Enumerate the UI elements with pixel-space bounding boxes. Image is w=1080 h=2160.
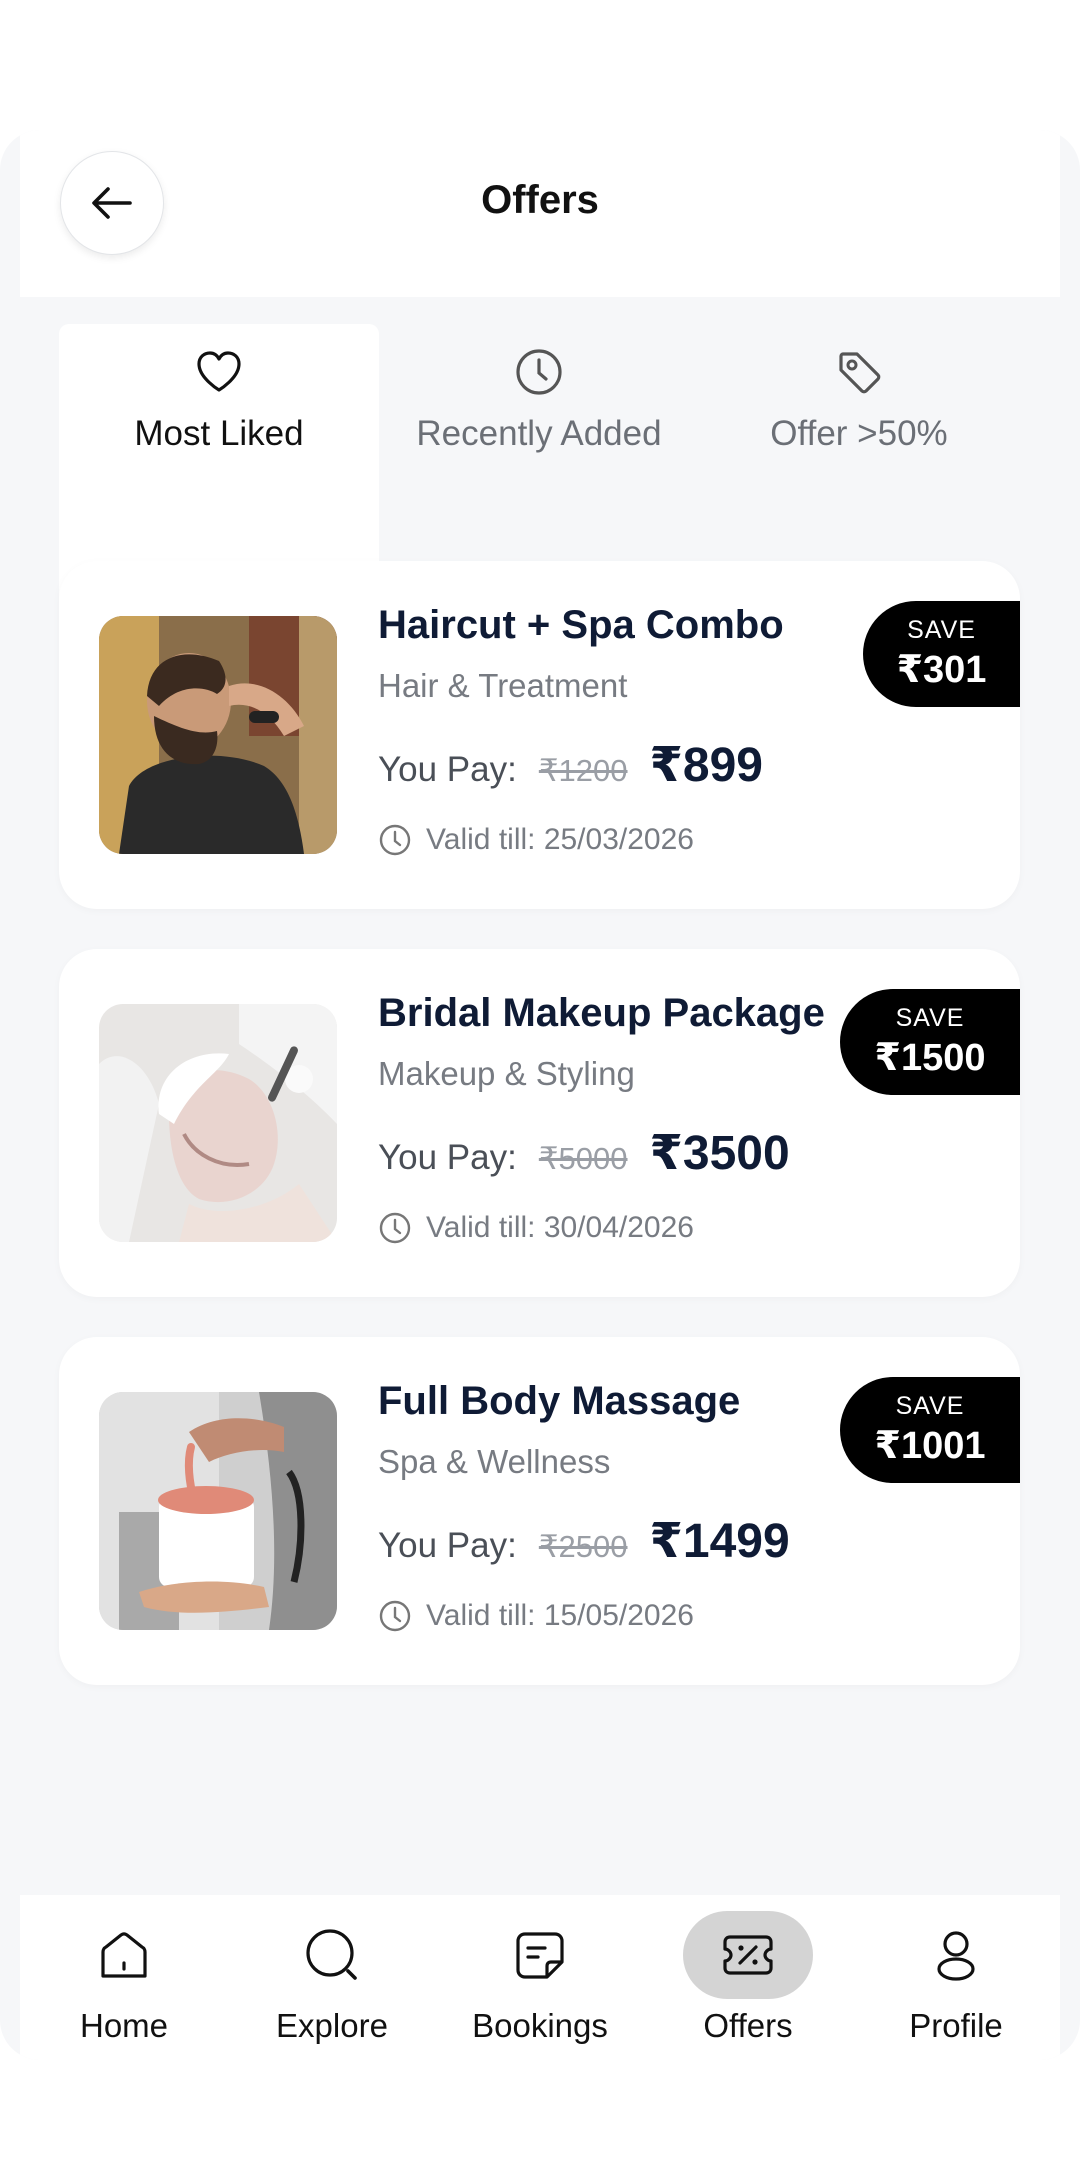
- save-label: SAVE: [895, 1004, 965, 1032]
- valid-text: Valid till: 30/04/2026: [426, 1211, 694, 1244]
- offer-card[interactable]: Bridal Makeup Package Makeup & Styling Y…: [59, 949, 1020, 1297]
- original-price: ₹2500: [538, 1529, 628, 1564]
- offer-image-makeup: [99, 1004, 337, 1242]
- original-price: ₹5000: [538, 1141, 628, 1176]
- nav-offers[interactable]: Offers: [644, 1895, 852, 2060]
- home-icon: [59, 1911, 189, 1999]
- bookings-icon: [475, 1911, 605, 1999]
- offer-title: Full Body Massage: [378, 1379, 741, 1423]
- offer-image-massage: [99, 1392, 337, 1630]
- offer-category: Hair & Treatment: [378, 667, 628, 704]
- heart-icon: [193, 346, 245, 398]
- save-label: SAVE: [907, 616, 976, 644]
- offer-price-row: You Pay: ₹2500 ₹1499: [378, 1513, 790, 1569]
- tag-icon: [833, 346, 885, 398]
- nav-label: Home: [79, 2007, 169, 2044]
- save-badge: SAVE ₹301: [863, 601, 1020, 707]
- valid-text: Valid till: 25/03/2026: [426, 823, 694, 856]
- nav-label: Bookings: [472, 2007, 608, 2044]
- save-amount: ₹1500: [874, 1037, 986, 1079]
- nav-profile[interactable]: Profile: [852, 1895, 1060, 2060]
- tab-label: Most Liked: [134, 414, 304, 453]
- pay-label: You Pay:: [378, 1138, 517, 1177]
- pay-label: You Pay:: [378, 750, 517, 789]
- save-label: SAVE: [895, 1392, 965, 1420]
- offers-icon: [683, 1911, 813, 1999]
- offer-title: Bridal Makeup Package: [378, 991, 825, 1035]
- nav-explore[interactable]: Explore: [228, 1895, 436, 2060]
- save-badge: SAVE ₹1500: [840, 989, 1020, 1095]
- offer-price: ₹1499: [649, 1515, 790, 1568]
- nav-label: Profile: [909, 2007, 1003, 2044]
- offer-validity: Valid till: 15/05/2026: [378, 1599, 694, 1633]
- header: Offers: [20, 130, 1060, 297]
- clock-icon: [379, 1600, 411, 1632]
- clock-icon: [513, 346, 565, 398]
- search-icon: [267, 1911, 397, 1999]
- tab-label: Recently Added: [416, 414, 662, 453]
- pay-label: You Pay:: [378, 1526, 517, 1565]
- nav-bookings[interactable]: Bookings: [436, 1895, 644, 2060]
- nav-label: Explore: [276, 2007, 388, 2044]
- offer-card[interactable]: Full Body Massage Spa & Wellness You Pay…: [59, 1337, 1020, 1685]
- offer-price: ₹899: [649, 739, 763, 792]
- save-badge: SAVE ₹1001: [840, 1377, 1020, 1483]
- save-amount: ₹1001: [874, 1425, 986, 1467]
- tab-label: Offer >50%: [770, 414, 948, 453]
- offer-validity: Valid till: 25/03/2026: [378, 823, 694, 857]
- offer-image-haircut: [99, 616, 337, 854]
- original-price: ₹1200: [538, 753, 628, 788]
- valid-text: Valid till: 15/05/2026: [426, 1599, 694, 1632]
- offer-validity: Valid till: 30/04/2026: [378, 1211, 694, 1245]
- nav-home[interactable]: Home: [20, 1895, 228, 2060]
- clock-icon: [379, 1212, 411, 1244]
- profile-icon: [891, 1911, 1021, 1999]
- offer-price-row: You Pay: ₹5000 ₹3500: [378, 1125, 790, 1181]
- offers-screen: Offers Most Liked Recently Added Offer >…: [0, 130, 1080, 2060]
- bottom-nav: Home Explore Bookings Offers Profile: [20, 1895, 1060, 2060]
- offer-price: ₹3500: [649, 1127, 790, 1180]
- clock-icon: [379, 824, 411, 856]
- offer-category: Spa & Wellness: [378, 1443, 611, 1480]
- offer-price-row: You Pay: ₹1200 ₹899: [378, 737, 763, 793]
- offer-card[interactable]: Haircut + Spa Combo Hair & Treatment You…: [59, 561, 1020, 909]
- save-amount: ₹301: [896, 649, 987, 691]
- page-title: Offers: [481, 178, 599, 222]
- nav-label: Offers: [703, 2007, 793, 2044]
- offer-title: Haircut + Spa Combo: [378, 603, 784, 647]
- offer-category: Makeup & Styling: [378, 1055, 635, 1092]
